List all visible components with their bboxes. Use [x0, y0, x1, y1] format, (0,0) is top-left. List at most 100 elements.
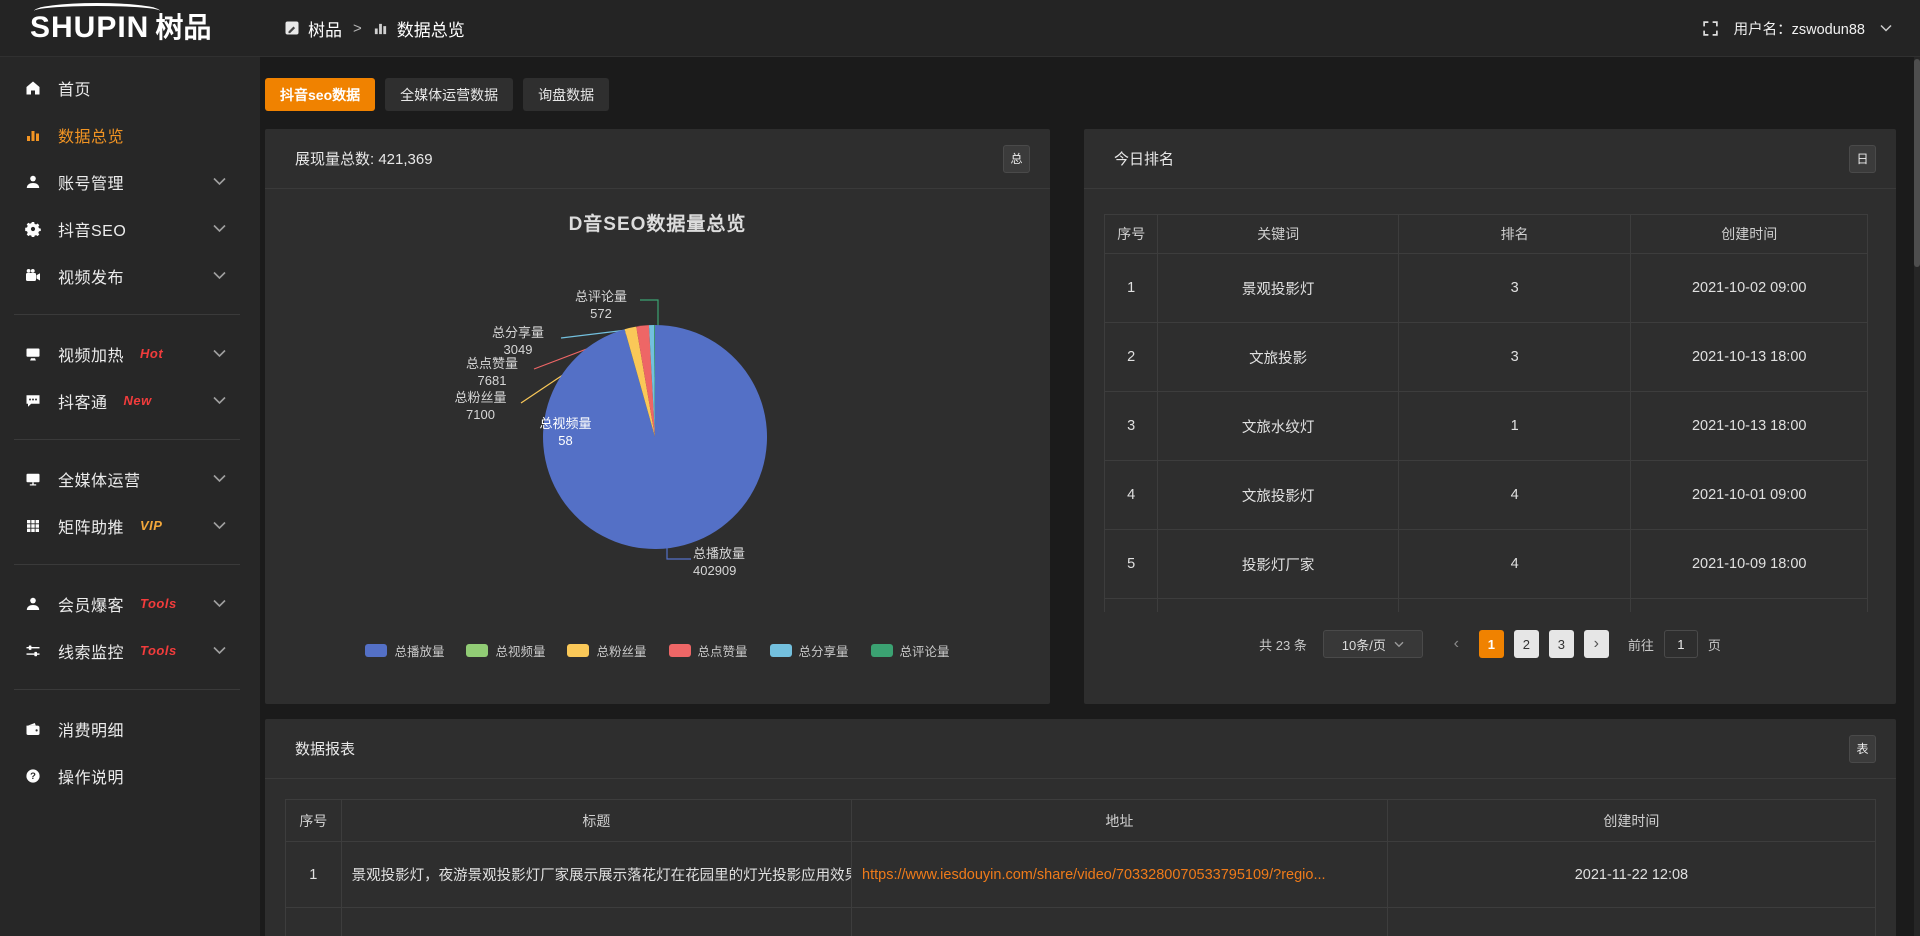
- scrollbar-thumb[interactable]: [1914, 59, 1920, 267]
- legend-item-总粉丝量[interactable]: 总粉丝量: [567, 641, 646, 660]
- tab-2[interactable]: 全媒体运营数据: [385, 78, 513, 111]
- chevron-down-icon[interactable]: [1880, 24, 1892, 32]
- legend-chip: [567, 644, 589, 657]
- vertical-scrollbar[interactable]: [1914, 57, 1920, 936]
- daily-view-badge-button[interactable]: 日: [1849, 145, 1876, 173]
- sidebar-item-home[interactable]: 首页: [0, 64, 260, 111]
- sidebar-divider: [14, 564, 240, 565]
- prev-page-button[interactable]: ‹: [1444, 630, 1469, 658]
- breadcrumb-root[interactable]: 树品: [308, 16, 342, 41]
- sidebar-item-media-ops[interactable]: 全媒体运营: [0, 455, 260, 502]
- pie-label-total-comments: 总评论量572: [565, 288, 637, 322]
- rank-column-header: 序号: [1105, 215, 1158, 254]
- tab-3[interactable]: 询盘数据: [523, 78, 609, 111]
- sidebar-item-data-overview[interactable]: 数据总览: [0, 111, 260, 158]
- sidebar-badge-hot: Hot: [140, 346, 163, 361]
- sidebar-badge-tools: Tools: [140, 643, 177, 658]
- rank-table-row: [1105, 599, 1868, 613]
- breadcrumb-current[interactable]: 数据总览: [397, 16, 465, 41]
- report-column-header: 地址: [852, 800, 1388, 842]
- ranking-table: 序号关键词排名创建时间 1景观投影灯32021-10-02 09:002文旅投影…: [1104, 214, 1868, 612]
- legend-label: 总点赞量: [698, 641, 748, 660]
- chart-title: D音SEO数据量总览: [265, 209, 1050, 236]
- sidebar: 首页数据总览账号管理抖音SEO 视频发布视频加热Hot抖客通New 全媒体运营矩阵助…: [0, 57, 260, 936]
- rank-table-cell: 2021-10-02 09:00: [1631, 254, 1868, 323]
- sidebar-divider: [14, 314, 240, 315]
- rank-table-cell: [1158, 599, 1398, 613]
- rank-table-cell: 2021-10-01 09:00: [1631, 461, 1868, 530]
- logo[interactable]: SHUPIN 树品: [0, 0, 260, 57]
- sidebar-item-expense[interactable]: 消费明细: [0, 705, 260, 752]
- rank-column-header: 排名: [1398, 215, 1631, 254]
- report-cell-title: 景观投影灯，夜游景观投影灯厂家展示展示落花灯在花园里的灯光投影应用效果 #: [341, 842, 851, 908]
- ranking-panel-title: 今日排名: [1114, 148, 1174, 169]
- username[interactable]: 用户名：zswodun88: [1734, 18, 1865, 39]
- svg-text:?: ?: [30, 771, 36, 782]
- legend-item-总分享量[interactable]: 总分享量: [770, 641, 849, 660]
- next-page-button[interactable]: ›: [1584, 630, 1609, 658]
- report-cell-time: 2021-11-22 12:08: [1387, 842, 1875, 908]
- chart-legend: 总播放量 总视频量 总粉丝量 总点赞量 总分享量 总评论量: [265, 641, 1050, 660]
- rank-table-cell: 1: [1105, 254, 1158, 323]
- rank-table-cell: [1398, 599, 1631, 613]
- chevron-down-icon: [213, 349, 226, 358]
- rank-table-cell: 1: [1398, 392, 1631, 461]
- camera-icon: [25, 268, 43, 284]
- report-table-row: 1景观投影灯，夜游景观投影灯厂家展示展示落花灯在花园里的灯光投影应用效果 #ht…: [286, 842, 1876, 908]
- fullscreen-icon[interactable]: [1702, 20, 1719, 37]
- page-button-1[interactable]: 1: [1479, 630, 1504, 658]
- legend-chip: [770, 644, 792, 657]
- sidebar-item-matrix-boost[interactable]: 矩阵助推VIP: [0, 502, 260, 549]
- sidebar-item-leads-monitor[interactable]: 线索监控 Tools: [0, 627, 260, 674]
- report-cell-url[interactable]: [852, 908, 1388, 936]
- page-button-3[interactable]: 3: [1549, 630, 1574, 658]
- page-size-select[interactable]: 10条/页: [1323, 630, 1423, 658]
- sidebar-item-member-bloom[interactable]: 会员爆客Tools: [0, 580, 260, 627]
- legend-item-总视频量[interactable]: 总视频量: [466, 641, 545, 660]
- sidebar-item-douketong[interactable]: 抖客通New: [0, 377, 260, 424]
- page-button-2[interactable]: 2: [1514, 630, 1539, 658]
- rank-table-cell: 文旅投影: [1158, 323, 1398, 392]
- legend-item-总评论量[interactable]: 总评论量: [871, 641, 950, 660]
- legend-item-总播放量[interactable]: 总播放量: [365, 641, 444, 660]
- sidebar-item-help[interactable]: ?操作说明: [0, 752, 260, 799]
- chart-panel: 展现量总数: 421,369 总 D音SEO数据量总览 总播放量402909 总…: [265, 129, 1050, 704]
- edit-square-icon: [285, 21, 299, 35]
- sidebar-item-video-publish[interactable]: 视频发布: [0, 252, 260, 299]
- legend-item-总点赞量[interactable]: 总点赞量: [669, 641, 748, 660]
- sidebar-badge-new: New: [124, 393, 152, 408]
- select-chevron-icon: [1394, 641, 1404, 648]
- sidebar-item-label: 账号管理: [58, 170, 124, 194]
- rank-table-cell: 景观投影灯: [1158, 254, 1398, 323]
- report-column-header: 标题: [341, 800, 851, 842]
- sidebar-item-label: 线索监控: [58, 639, 124, 663]
- ranking-panel-header: 今日排名 日: [1084, 129, 1896, 189]
- table-view-badge-button[interactable]: 表: [1849, 735, 1876, 763]
- rank-table-cell: 4: [1398, 461, 1631, 530]
- pagination-total: 共 23 条: [1259, 635, 1307, 654]
- rank-table-row: 4文旅投影灯42021-10-01 09:00: [1105, 461, 1868, 530]
- sidebar-item-video-heat[interactable]: 视频加热Hot: [0, 330, 260, 377]
- rank-table-cell: 2021-10-09 18:00: [1631, 530, 1868, 599]
- rank-column-header: 创建时间: [1631, 215, 1868, 254]
- report-column-header: 序号: [286, 800, 342, 842]
- rank-table-cell: 5: [1105, 530, 1158, 599]
- rank-table-cell: 文旅水纹灯: [1158, 392, 1398, 461]
- sidebar-item-douyin-seo[interactable]: 抖音SEO: [0, 205, 260, 252]
- sidebar-item-label: 视频发布: [58, 264, 124, 288]
- logo-text-cn: 树品: [155, 14, 211, 42]
- total-view-badge-button[interactable]: 总: [1003, 145, 1030, 173]
- tab-1[interactable]: 抖音seo数据: [265, 78, 375, 111]
- sidebar-badge-vip: VIP: [140, 518, 162, 533]
- report-cell-url[interactable]: https://www.iesdouyin.com/share/video/70…: [852, 842, 1388, 908]
- rank-table-cell: 4: [1398, 530, 1631, 599]
- goto-page-input[interactable]: [1664, 630, 1698, 658]
- sidebar-item-account[interactable]: 账号管理: [0, 158, 260, 205]
- ranking-panel: 今日排名 日 序号关键词排名创建时间 1景观投影灯32021-10-02 09:…: [1084, 129, 1896, 704]
- sliders-icon: [25, 643, 43, 659]
- chevron-down-icon: [213, 599, 226, 608]
- home-icon: [25, 80, 43, 96]
- chevron-down-icon: [213, 271, 226, 280]
- top-row: 展现量总数: 421,369 总 D音SEO数据量总览 总播放量402909 总…: [265, 129, 1896, 704]
- rank-table-row: 2文旅投影32021-10-13 18:00: [1105, 323, 1868, 392]
